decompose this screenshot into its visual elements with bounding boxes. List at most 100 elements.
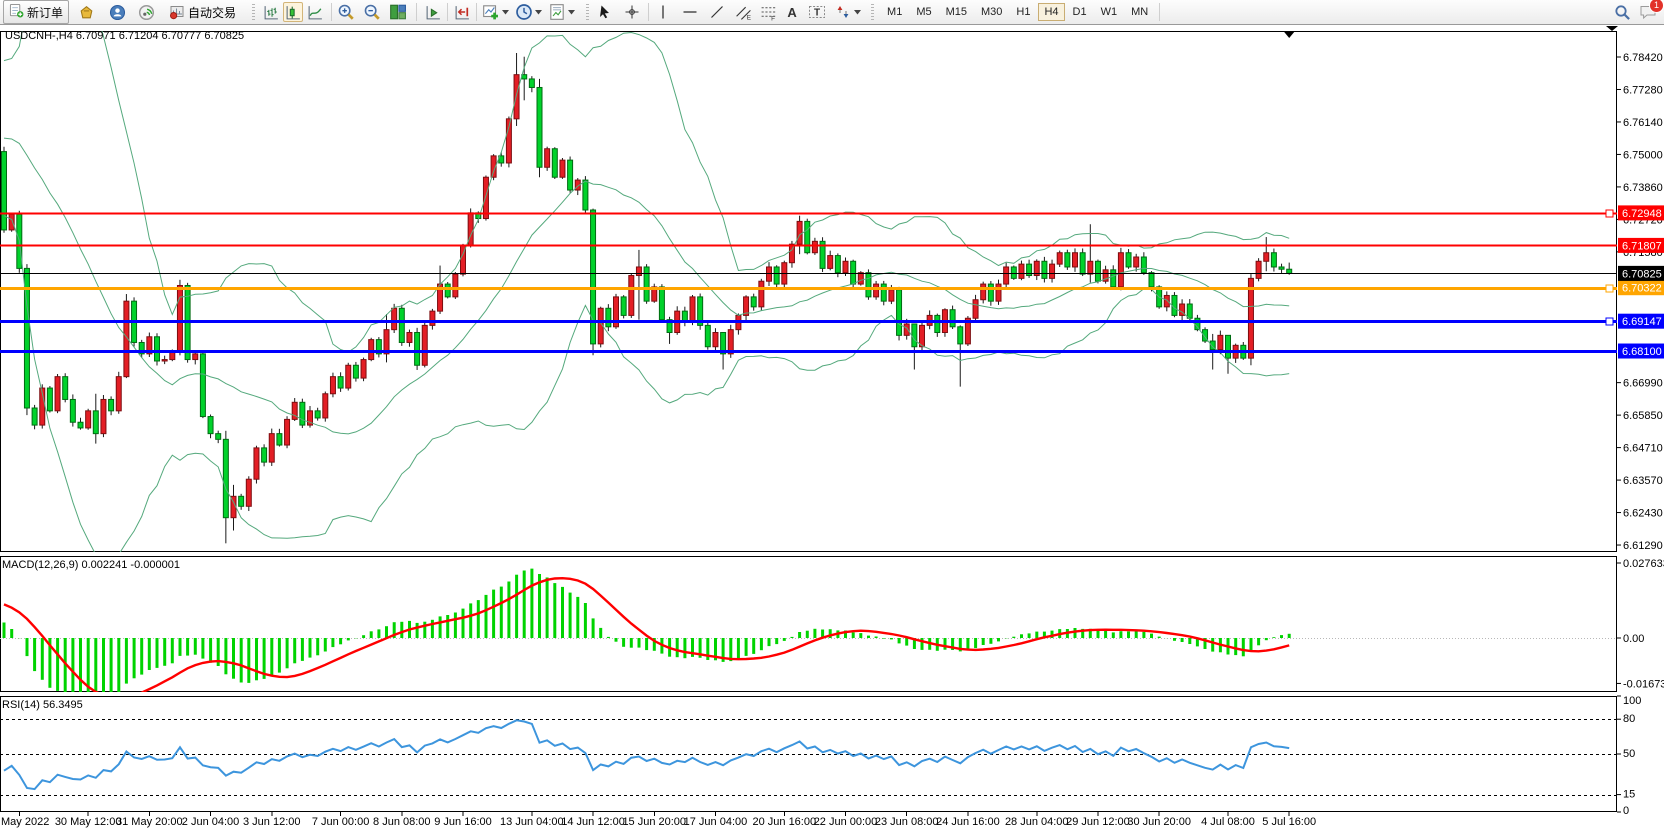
bar-chart-icon[interactable] — [261, 2, 281, 22]
indicators-button[interactable] — [481, 2, 501, 22]
svg-text:6.70322: 6.70322 — [1622, 283, 1662, 295]
arrows-icon[interactable] — [833, 2, 853, 22]
svg-text:28 Jun 04:00: 28 Jun 04:00 — [1005, 816, 1069, 828]
svg-text:7 Jun 00:00: 7 Jun 00:00 — [312, 816, 370, 828]
templates-button[interactable] — [547, 2, 567, 22]
svg-text:9 Jun 16:00: 9 Jun 16:00 — [434, 816, 492, 828]
svg-text:6.77280: 6.77280 — [1623, 84, 1663, 96]
zoom-out-icon[interactable] — [362, 2, 382, 22]
notification-badge: 1 — [1649, 0, 1664, 13]
toolbar-grip — [252, 4, 255, 20]
chart-shift-marker[interactable] — [1284, 32, 1294, 38]
svg-text:6.71807: 6.71807 — [1622, 240, 1662, 252]
notifications-button[interactable]: 1 — [1638, 2, 1658, 22]
rsi-panel[interactable] — [0, 720, 1617, 796]
svg-text:6.66990: 6.66990 — [1623, 378, 1663, 390]
zoom-in-icon[interactable] — [336, 2, 356, 22]
tile-windows-icon[interactable] — [388, 2, 408, 22]
trendline-icon[interactable] — [707, 2, 727, 22]
chart-shift-icon[interactable] — [452, 2, 472, 22]
toolbar-separator — [648, 3, 649, 21]
toolbar: 新订单 自动交易 — [0, 0, 1664, 25]
fibonacci-icon[interactable]: F — [758, 2, 778, 22]
svg-text:30 May 12:00: 30 May 12:00 — [55, 816, 122, 828]
price-panel[interactable] — [0, 0, 1617, 560]
timeframe-h4[interactable]: H4 — [1038, 3, 1064, 21]
timeframe-m1[interactable]: M1 — [881, 3, 908, 21]
text-label-icon[interactable]: T — [807, 2, 827, 22]
vertical-line-icon[interactable] — [653, 2, 673, 22]
svg-text:6.73860: 6.73860 — [1623, 182, 1663, 194]
svg-text:29 Jun 12:00: 29 Jun 12:00 — [1066, 816, 1130, 828]
arrows-dropdown-caret[interactable] — [853, 10, 862, 15]
svg-text:20 Jun 16:00: 20 Jun 16:00 — [752, 816, 816, 828]
svg-text:30 Jun 20:00: 30 Jun 20:00 — [1127, 816, 1191, 828]
svg-text:3 Jun 12:00: 3 Jun 12:00 — [243, 816, 301, 828]
panel-borders — [1, 32, 1617, 812]
search-icon[interactable] — [1612, 2, 1632, 22]
timeframe-d1[interactable]: D1 — [1067, 3, 1093, 21]
autotrade-label: 自动交易 — [188, 4, 236, 21]
autotrade-button[interactable]: 自动交易 — [165, 2, 240, 22]
price-axis[interactable]: 6.784206.772806.761406.750006.738606.727… — [1617, 52, 1664, 817]
candles-layer — [2, 53, 1292, 543]
svg-text:4 Jul 08:00: 4 Jul 08:00 — [1201, 816, 1255, 828]
line-chart-icon[interactable] — [305, 2, 325, 22]
rsi-line — [4, 720, 1289, 789]
svg-text:6.69147: 6.69147 — [1622, 316, 1662, 328]
svg-text:6.63570: 6.63570 — [1623, 475, 1663, 487]
timeframe-m5[interactable]: M5 — [910, 3, 937, 21]
svg-text:0: 0 — [1623, 805, 1629, 817]
timeframe-m15[interactable]: M15 — [940, 3, 973, 21]
svg-text:6.62430: 6.62430 — [1623, 508, 1663, 520]
svg-text:100: 100 — [1623, 695, 1641, 707]
toolbar-grip — [871, 4, 874, 20]
crosshair-icon[interactable] — [622, 2, 642, 22]
svg-text:6.68100: 6.68100 — [1622, 346, 1662, 358]
new-order-button[interactable]: 新订单 — [3, 0, 69, 24]
macd-label: MACD(12,26,9) 0.002241 -0.000001 — [2, 559, 180, 571]
chart-canvas[interactable]: 6.784206.772806.761406.750006.738606.727… — [0, 0, 1664, 832]
wallet-icon[interactable] — [76, 2, 96, 22]
toolbar-separator — [1159, 3, 1160, 21]
text-icon[interactable]: A — [782, 2, 802, 22]
time-axis[interactable]: May 202230 May 12:0031 May 20:002 Jun 04… — [1, 812, 1316, 828]
svg-text:24 Jun 16:00: 24 Jun 16:00 — [936, 816, 1000, 828]
cursor-icon[interactable] — [595, 2, 615, 22]
templates-dropdown-caret[interactable] — [567, 10, 576, 15]
svg-text:-0.016736: -0.016736 — [1623, 678, 1664, 690]
timeframe-mn[interactable]: MN — [1125, 3, 1154, 21]
candlestick-chart-icon[interactable] — [283, 2, 303, 22]
signals-icon[interactable] — [136, 2, 156, 22]
svg-text:13 Jun 04:00: 13 Jun 04:00 — [500, 816, 564, 828]
svg-text:6.70825: 6.70825 — [1622, 268, 1662, 280]
macd-panel[interactable] — [0, 569, 1617, 703]
timeframe-h1[interactable]: H1 — [1010, 3, 1036, 21]
svg-text:15: 15 — [1623, 789, 1635, 801]
svg-text:80: 80 — [1623, 713, 1635, 725]
indicators-dropdown-caret[interactable] — [501, 10, 510, 15]
axis-corner-marker — [1606, 26, 1618, 31]
auto-scroll-icon[interactable] — [423, 2, 443, 22]
channel-icon[interactable]: E — [733, 2, 753, 22]
periods-dropdown-caret[interactable] — [534, 10, 543, 15]
autotrade-icon — [169, 4, 185, 20]
svg-text:May 2022: May 2022 — [1, 816, 49, 828]
svg-text:22 Jun 00:00: 22 Jun 00:00 — [814, 816, 878, 828]
community-icon[interactable] — [107, 2, 127, 22]
new-order-label: 新订单 — [27, 4, 63, 21]
timeframe-m30[interactable]: M30 — [975, 3, 1008, 21]
horizontal-line-icon[interactable] — [680, 2, 700, 22]
toolbar-separator — [331, 3, 332, 21]
svg-text:6.65850: 6.65850 — [1623, 410, 1663, 422]
timeframe-w1[interactable]: W1 — [1095, 3, 1124, 21]
new-order-icon — [9, 3, 24, 21]
chart-symbol-label: USDCNH-,H4 6.70971 6.71204 6.70777 6.708… — [5, 30, 244, 42]
svg-text:6.76140: 6.76140 — [1623, 117, 1663, 129]
svg-text:6.61290: 6.61290 — [1623, 540, 1663, 552]
periods-clock-button[interactable] — [514, 2, 534, 22]
svg-text:6.64710: 6.64710 — [1623, 443, 1663, 455]
svg-text:6.75000: 6.75000 — [1623, 149, 1663, 161]
rsi-label: RSI(14) 56.3495 — [2, 699, 83, 711]
svg-text:0.027633: 0.027633 — [1623, 558, 1664, 570]
